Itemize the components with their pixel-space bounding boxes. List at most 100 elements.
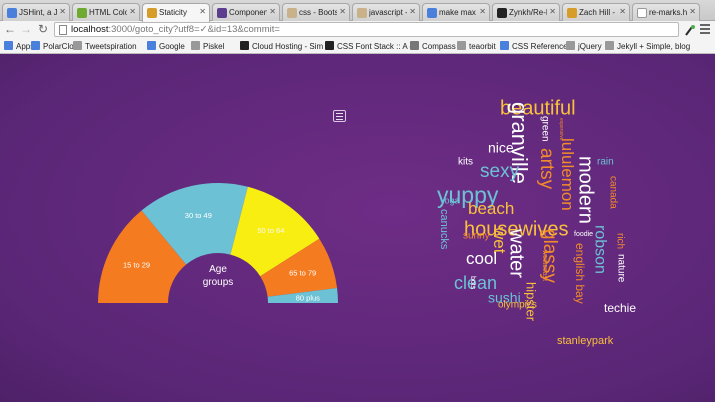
tab-label: javascript - bbox=[369, 8, 407, 17]
staticity-favicon-icon bbox=[147, 8, 157, 18]
bookmark-label: Cloud Hosting - Sim bbox=[252, 42, 324, 51]
word-cloud-word: hipster bbox=[523, 282, 538, 322]
word-cloud-word: cool bbox=[466, 249, 497, 268]
bookmark-label: Google bbox=[159, 42, 185, 51]
google-favicon-icon bbox=[7, 8, 17, 18]
word-cloud-word: bots bbox=[469, 276, 476, 290]
bootstrap-favicon-icon bbox=[217, 8, 227, 18]
bookmark-icon bbox=[325, 41, 334, 50]
extension-icon[interactable] bbox=[684, 24, 696, 36]
bookmark-label: Compass bbox=[422, 42, 456, 51]
word-cloud-word: modern bbox=[574, 156, 596, 224]
word-cloud-word: canada bbox=[608, 176, 619, 209]
tab-html-color[interactable]: HTML Color P ✕ bbox=[72, 3, 140, 21]
address-bar[interactable]: localhost:3000/goto_city?utf8=✓&id=13&co… bbox=[54, 22, 679, 37]
word-cloud-word: english bay bbox=[573, 243, 587, 304]
tab-jshint[interactable]: JSHint, a Java ✕ bbox=[2, 3, 70, 21]
tab-close-icon[interactable]: ✕ bbox=[59, 7, 66, 16]
url-host: localhost bbox=[71, 24, 109, 35]
bookmark-item[interactable]: Cloud Hosting - Sim bbox=[240, 41, 323, 51]
stackoverflow-favicon-icon bbox=[287, 8, 297, 18]
bookmark-item[interactable]: Piskel bbox=[191, 41, 224, 51]
tab-close-icon[interactable]: ✕ bbox=[199, 7, 206, 16]
bookmark-label: jQuery bbox=[578, 42, 602, 51]
bookmark-icon bbox=[500, 41, 509, 50]
forward-button[interactable]: → bbox=[19, 22, 33, 36]
tab-close-icon[interactable]: ✕ bbox=[269, 7, 276, 16]
word-cloud-word: kits bbox=[458, 156, 473, 167]
bookmark-item[interactable]: Apps bbox=[4, 41, 34, 51]
tab-label: Components bbox=[229, 8, 267, 17]
back-button[interactable]: ← bbox=[3, 22, 17, 36]
bookmark-icon bbox=[73, 41, 82, 50]
tab-make-max-width[interactable]: make max wi ✕ bbox=[422, 3, 490, 21]
menu-icon[interactable] bbox=[700, 24, 710, 34]
bookmark-icon bbox=[240, 41, 249, 50]
bookmark-item[interactable]: Google bbox=[147, 41, 185, 51]
word-cloud-word: stanleypark bbox=[557, 335, 614, 347]
bookmark-item[interactable]: teaorbit bbox=[457, 41, 496, 51]
tab-css-bootstrap[interactable]: css - Bootstr ✕ bbox=[282, 3, 350, 21]
word-cloud-word: beach bbox=[468, 199, 514, 218]
tab-staticity[interactable]: Staticity ✕ bbox=[142, 3, 210, 22]
page-favicon-icon bbox=[637, 8, 647, 18]
bookmark-item[interactable]: CSS Font Stack :: A c bbox=[325, 41, 413, 51]
tab-label: Zach Hill - Ju bbox=[579, 8, 617, 17]
tab-zynkh[interactable]: Zynkh/Re-M ✕ bbox=[492, 3, 560, 21]
tab-close-icon[interactable]: ✕ bbox=[549, 7, 556, 16]
bookmark-item[interactable]: Tweetspiration bbox=[73, 41, 137, 51]
github-favicon-icon bbox=[497, 8, 507, 18]
url-path: :3000/goto_city?utf8=✓&id=13&commit= bbox=[108, 24, 280, 35]
address-url: localhost:3000/goto_city?utf8=✓&id=13&co… bbox=[71, 24, 280, 35]
word-cloud-word: robson bbox=[592, 225, 609, 274]
tab-close-icon[interactable]: ✕ bbox=[339, 7, 346, 16]
tab-close-icon[interactable]: ✕ bbox=[479, 7, 486, 16]
bookmark-label: Piskel bbox=[203, 42, 225, 51]
bookmarks-bar: Apps PolarClock Tweetspiration Google Piskel… bbox=[0, 39, 715, 54]
tab-close-icon[interactable]: ✕ bbox=[409, 7, 416, 16]
bookmark-item[interactable]: CSS Reference bbox=[500, 41, 568, 51]
tab-re-marks[interactable]: re-marks.he ✕ bbox=[632, 3, 700, 21]
bookmark-icon bbox=[566, 41, 575, 50]
bookmark-label: CSS Reference bbox=[512, 42, 568, 51]
word-cloud-word: rich bbox=[615, 233, 626, 249]
word-cloud: beautifulgranville lululemongreennicesexy… bbox=[437, 98, 636, 348]
word-cloud-word: sexy bbox=[480, 161, 520, 182]
tab-label: JSHint, a Java bbox=[19, 8, 57, 17]
word-cloud-word: canucks bbox=[438, 209, 450, 250]
page-icon bbox=[59, 25, 67, 35]
tab-label: Zynkh/Re-M bbox=[509, 8, 547, 17]
bookmark-label: teaorbit bbox=[469, 42, 496, 51]
bookmark-label: Jekyll + Simple, blog bbox=[617, 42, 691, 51]
tab-zach-hill[interactable]: Zach Hill - Ju ✕ bbox=[562, 3, 630, 21]
word-cloud-word: green bbox=[540, 116, 551, 142]
tab-close-icon[interactable]: ✕ bbox=[689, 7, 696, 16]
word-cloud-word: expensive bbox=[558, 118, 564, 141]
word-cloud-word: nice bbox=[488, 139, 514, 155]
word-cloud-word: nature bbox=[616, 254, 627, 283]
word-cloud-word: lululemon bbox=[558, 138, 577, 211]
zach-hill-favicon-icon bbox=[567, 8, 577, 18]
word-cloud-word: techie bbox=[604, 301, 636, 315]
bookmark-icon bbox=[457, 41, 466, 50]
tab-close-icon[interactable]: ✕ bbox=[619, 7, 626, 16]
html-color-favicon-icon bbox=[77, 8, 87, 18]
word-cloud-word: rain bbox=[597, 156, 614, 167]
tab-label: HTML Color P bbox=[89, 8, 127, 17]
bookmark-label: CSS Font Stack :: A c bbox=[337, 42, 414, 51]
stackoverflow-favicon-icon bbox=[357, 8, 367, 18]
tab-label: Staticity bbox=[159, 8, 188, 17]
tab-label: re-marks.he bbox=[649, 8, 687, 17]
tab-close-icon[interactable]: ✕ bbox=[129, 7, 136, 16]
reload-button[interactable]: ↻ bbox=[36, 22, 50, 36]
hamburger-menu-icon[interactable] bbox=[333, 110, 346, 122]
word-cloud-word: sunny bbox=[463, 230, 490, 241]
bookmark-item[interactable]: Jekyll + Simple, blog bbox=[605, 41, 690, 51]
bookmark-item[interactable]: Compass bbox=[410, 41, 456, 51]
tab-components[interactable]: Components ✕ bbox=[212, 3, 280, 21]
word-cloud-word: foodie bbox=[574, 231, 593, 238]
bookmark-item[interactable]: jQuery bbox=[566, 41, 602, 51]
tab-label: css - Bootstr bbox=[299, 8, 337, 17]
page-content: 15 to 29 30 to 49 50 to 64 65 to 79 80 plus … bbox=[0, 54, 715, 402]
tab-javascript[interactable]: javascript - ✕ bbox=[352, 3, 420, 21]
